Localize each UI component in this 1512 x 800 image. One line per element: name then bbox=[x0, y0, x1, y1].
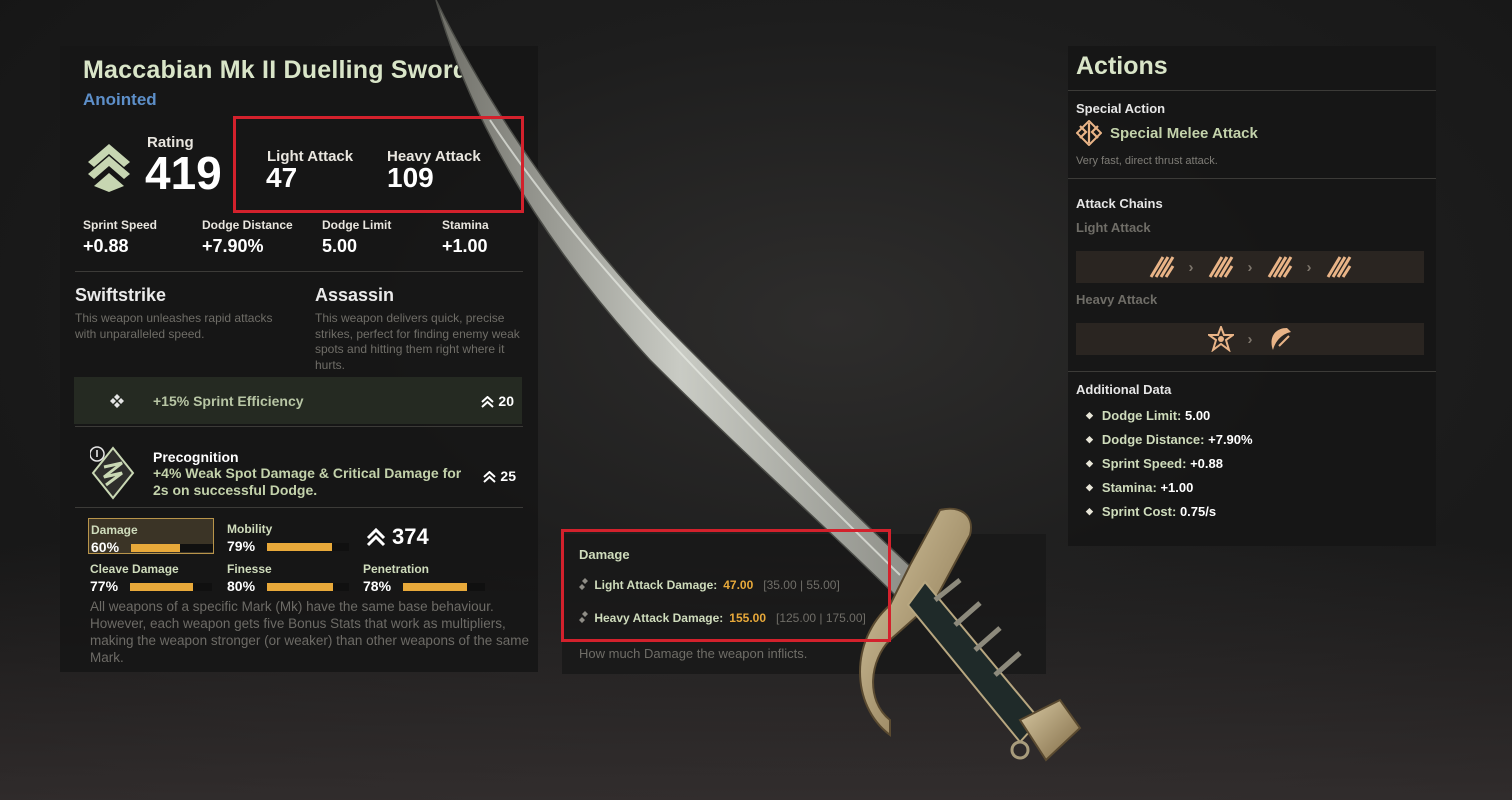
additional-value: 5.00 bbox=[1184, 408, 1211, 423]
precognition-rune-icon[interactable] bbox=[90, 445, 136, 501]
bonus-stat-bar-fill bbox=[130, 583, 194, 591]
bonus-stat-bar-fill bbox=[267, 543, 332, 551]
bonus-stat-bar-fill bbox=[267, 583, 333, 591]
divider bbox=[1068, 90, 1436, 91]
chain-arrow-icon: › bbox=[1188, 258, 1194, 276]
list-item: ◆ Dodge Distance: +7.90% bbox=[1086, 432, 1253, 456]
bullet-icon: ◆ bbox=[1086, 434, 1093, 444]
bonus-stat-value: 79% bbox=[227, 538, 256, 554]
special-action-desc: Very fast, direct thrust attack. bbox=[1076, 155, 1218, 167]
bonus-stat-label: Mobility bbox=[227, 522, 273, 536]
attack-chains-label: Attack Chains bbox=[1076, 196, 1163, 211]
light-attack-chain: › › › bbox=[1076, 251, 1424, 283]
additional-data-label: Additional Data bbox=[1076, 382, 1172, 397]
bonus-stat-label: Cleave Damage bbox=[90, 562, 179, 576]
special-action-name: Special Melee Attack bbox=[1110, 125, 1258, 142]
bullet-icon: ◆ bbox=[1086, 410, 1093, 420]
additional-label: Stamina: bbox=[1101, 480, 1157, 495]
crescent-slash-icon[interactable] bbox=[1267, 326, 1293, 352]
bonus-stat-value: 80% bbox=[227, 578, 256, 594]
slash-attack-icon[interactable] bbox=[1267, 255, 1293, 279]
stat-sprint-speed: Sprint Speed +0.88 bbox=[83, 218, 203, 257]
additional-data-list: ◆ Dodge Limit: 5.00 ◆ Dodge Distance: +7.9… bbox=[1086, 408, 1253, 528]
list-item: ◆ Dodge Limit: 5.00 bbox=[1086, 408, 1253, 432]
stat-dodge-distance: Dodge Distance +7.90% bbox=[202, 218, 322, 257]
bonus-stat-bar bbox=[267, 583, 349, 591]
additional-label: Dodge Distance: bbox=[1101, 432, 1205, 447]
bonus-stat-cleave-damage[interactable]: Cleave Damage 77% bbox=[88, 558, 213, 594]
rating-emblem-icon bbox=[88, 144, 130, 192]
sword-image bbox=[435, 0, 1082, 762]
additional-label: Dodge Limit: bbox=[1101, 408, 1182, 423]
burst-attack-icon[interactable] bbox=[1207, 326, 1234, 352]
bonus-stat-damage[interactable]: Damage 60% bbox=[88, 518, 214, 555]
stat-value: +0.88 bbox=[83, 236, 129, 256]
precognition-title: Precognition bbox=[153, 449, 239, 465]
special-action-label: Special Action bbox=[1076, 101, 1166, 116]
bonus-stat-label: Finesse bbox=[227, 562, 272, 576]
weapon-name: Maccabian Mk II Duelling Sword bbox=[83, 56, 469, 84]
additional-value: +7.90% bbox=[1208, 432, 1253, 447]
bonus-stat-bar bbox=[267, 543, 349, 551]
heavy-attack-chain-label: Heavy Attack bbox=[1076, 292, 1158, 307]
perk-desc-swiftstrike: This weapon unleashes rapid attacks with… bbox=[75, 311, 273, 341]
damage-values-highlight bbox=[561, 529, 891, 642]
perk-title-assassin: Assassin bbox=[315, 285, 395, 305]
chain-arrow-icon: › bbox=[1247, 258, 1253, 276]
bonus-stat-mobility[interactable]: Mobility 79% bbox=[225, 518, 350, 554]
bonus-stat-bar bbox=[130, 583, 212, 591]
chain-arrow-icon: › bbox=[1306, 258, 1312, 276]
rating-value: 419 bbox=[145, 147, 222, 199]
perk-title-swiftstrike: Swiftstrike bbox=[75, 285, 167, 305]
additional-value: +1.00 bbox=[1160, 480, 1194, 495]
additional-label: Sprint Cost: bbox=[1101, 504, 1177, 519]
chain-arrow-icon: › bbox=[1247, 330, 1253, 348]
sprint-efficiency-text: +15% Sprint Efficiency bbox=[153, 393, 304, 409]
weapon-tier: Anointed bbox=[83, 90, 157, 109]
slash-attack-icon[interactable] bbox=[1208, 255, 1234, 279]
heavy-attack-chain: › bbox=[1076, 323, 1424, 355]
list-item: ◆ Sprint Speed: +0.88 bbox=[1086, 456, 1253, 480]
actions-panel: Actions Special Action Special Melee Att… bbox=[1068, 46, 1436, 546]
additional-value: +0.88 bbox=[1190, 456, 1223, 471]
diamond-cluster-icon bbox=[110, 394, 124, 408]
additional-value: 0.75/s bbox=[1179, 504, 1217, 519]
actions-title: Actions bbox=[1076, 52, 1168, 80]
bullet-icon: ◆ bbox=[1086, 458, 1093, 468]
bullet-icon: ◆ bbox=[1086, 506, 1093, 516]
additional-label: Sprint Speed: bbox=[1101, 456, 1187, 471]
bonus-stat-value: 77% bbox=[90, 578, 119, 594]
stat-label: Dodge Distance bbox=[202, 218, 293, 232]
bonus-stat-label: Damage bbox=[91, 523, 138, 537]
light-attack-chain-label: Light Attack bbox=[1076, 220, 1151, 235]
stat-value: +7.90% bbox=[202, 236, 264, 256]
divider bbox=[1068, 178, 1436, 179]
slash-attack-icon[interactable] bbox=[1149, 255, 1175, 279]
list-item: ◆ Stamina: +1.00 bbox=[1086, 480, 1253, 504]
slash-attack-icon[interactable] bbox=[1326, 255, 1352, 279]
bonus-stat-bar-fill bbox=[131, 544, 181, 552]
bonus-stat-bar bbox=[131, 544, 213, 552]
stat-label: Sprint Speed bbox=[83, 218, 158, 232]
bullet-icon: ◆ bbox=[1086, 482, 1093, 492]
attack-values-highlight bbox=[233, 116, 524, 213]
bonus-stat-value: 78% bbox=[363, 578, 392, 594]
divider bbox=[1068, 371, 1436, 372]
special-melee-attack-icon[interactable] bbox=[1076, 120, 1102, 146]
rank-chevron-icon bbox=[366, 528, 386, 547]
list-item: ◆ Sprint Cost: 0.75/s bbox=[1086, 504, 1253, 528]
bonus-stat-value: 60% bbox=[91, 539, 120, 555]
bonus-stat-finesse[interactable]: Finesse 80% bbox=[225, 558, 350, 594]
